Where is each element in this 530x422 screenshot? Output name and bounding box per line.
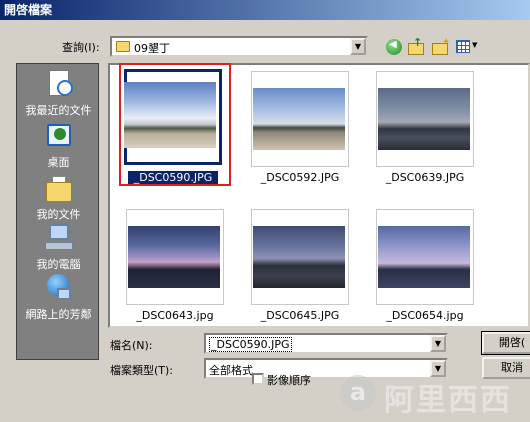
recent-documents-icon (43, 70, 75, 100)
place-desktop[interactable]: 桌面 (17, 122, 100, 170)
file-name: _DSC0654.jpg (386, 309, 464, 322)
up-folder-icon[interactable]: ↑ (406, 36, 428, 57)
my-computer-icon (43, 224, 75, 254)
photo-thumbnail (378, 226, 470, 288)
look-in-label: 查詢(I): (62, 41, 100, 54)
place-label: 我的文件 (36, 208, 81, 221)
place-label: 我的電腦 (36, 258, 81, 271)
place-label: 網路上的芳鄰 (25, 308, 92, 321)
file-name: _DSC0639.JPG (385, 171, 465, 184)
place-label: 桌面 (47, 156, 70, 169)
file-name: _DSC0645.JPG (260, 309, 340, 322)
my-documents-icon (43, 174, 75, 204)
file-name: _DSC0643.jpg (136, 309, 214, 322)
place-network[interactable]: 網路上的芳鄰 (17, 274, 100, 322)
look-in-dropdown[interactable]: 09墾丁 ▼ (110, 36, 368, 57)
views-menu-icon[interactable]: ▼ (454, 37, 480, 57)
places-bar: 我最近的文件 桌面 我的文件 我的電腦 網路上的芳鄰 (16, 63, 99, 360)
photo-thumbnail (253, 88, 345, 150)
filename-label: 檔名(N): (110, 339, 153, 352)
watermark-logo: a (340, 375, 376, 411)
watermark: a 阿里西西 (340, 373, 530, 422)
place-my-documents[interactable]: 我的文件 (17, 174, 100, 222)
window-title: 開啓檔案 (0, 0, 530, 20)
new-folder-icon[interactable]: ✦ (430, 37, 452, 57)
filetype-label: 檔案類型(T): (110, 364, 174, 377)
filename-field[interactable]: _DSC0590.JPG ▼ (204, 333, 448, 354)
photo-thumbnail (128, 226, 220, 288)
selection-highlight (119, 63, 231, 186)
place-my-computer[interactable]: 我的電腦 (17, 224, 100, 272)
photo-thumbnail (378, 88, 470, 150)
photo-thumbnail (253, 226, 345, 288)
filetype-value: 全部格式 (209, 364, 253, 377)
network-icon (43, 274, 75, 304)
file-name: _DSC0592.JPG (260, 171, 340, 184)
open-button[interactable]: 開啓( (481, 331, 530, 355)
back-icon[interactable] (384, 37, 406, 57)
image-sequence-label: 影像順序 (267, 374, 311, 387)
place-recent-documents[interactable]: 我最近的文件 (17, 70, 100, 118)
folder-icon (116, 41, 130, 52)
filename-value: _DSC0590.JPG (209, 337, 292, 352)
chevron-down-icon[interactable]: ▼ (430, 335, 446, 352)
place-label: 我最近的文件 (25, 104, 92, 117)
image-sequence-checkbox[interactable] (252, 373, 264, 385)
look-in-value: 09墾丁 (134, 42, 170, 55)
desktop-icon (43, 122, 75, 152)
watermark-text: 阿里西西 (384, 383, 512, 418)
chevron-down-icon[interactable]: ▼ (350, 38, 366, 55)
